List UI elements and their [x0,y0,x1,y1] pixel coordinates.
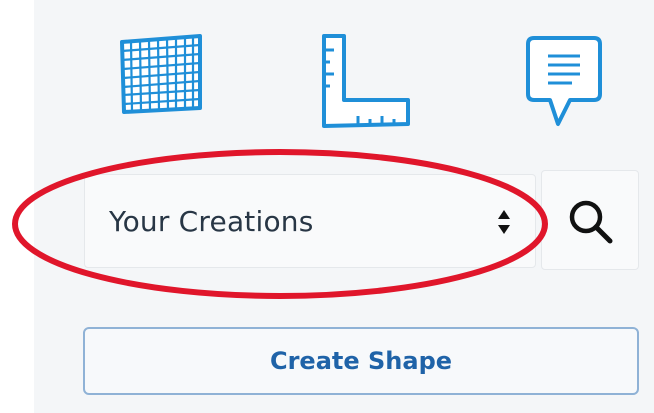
ruler-tool-button[interactable] [314,28,414,132]
grid-tool-button[interactable] [114,28,214,132]
shape-library-panel: Your Creations Create Shape [34,0,654,413]
collection-select[interactable]: Your Creations [84,174,536,268]
ruler-icon [322,34,410,128]
note-bubble-icon [526,36,602,126]
sort-arrows-icon [498,210,510,234]
note-tool-button[interactable] [512,28,612,132]
create-shape-button[interactable]: Create Shape [83,327,639,395]
create-shape-label: Create Shape [269,347,453,375]
search-icon [569,200,613,244]
grid-icon [120,34,202,114]
search-button[interactable] [541,170,639,270]
collection-select-value: Your Creations [109,204,314,238]
